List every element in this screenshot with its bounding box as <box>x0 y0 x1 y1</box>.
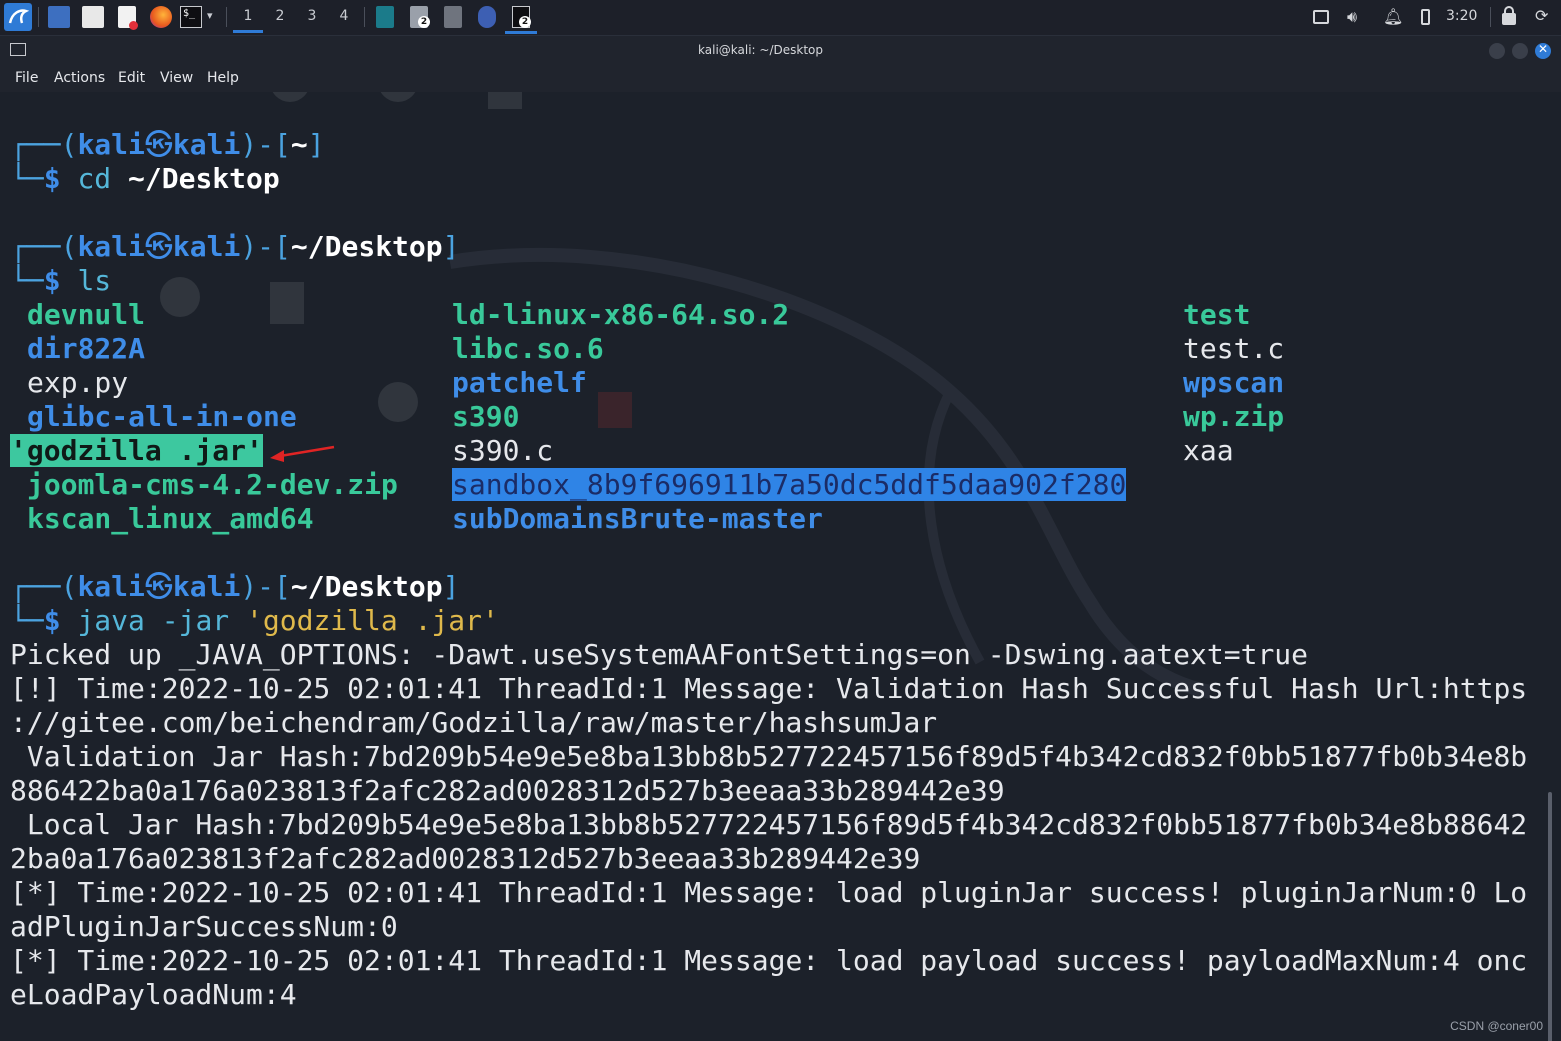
ls-item: glibc-all-in-one <box>27 400 297 433</box>
ls-item: dir822A <box>27 332 146 365</box>
workspace-1[interactable]: 1 <box>233 0 263 33</box>
output-line: 2ba0a176a023813f2afc282ad0028312d527b3ee… <box>10 842 921 875</box>
ls-item-highlighted: 'godzilla .jar' <box>10 434 263 467</box>
output-line: adPluginJarSuccessNum:0 <box>10 910 398 943</box>
workspace-2[interactable]: 2 <box>265 0 295 33</box>
command-line: └─$ cd ~/Desktop <box>10 162 280 195</box>
show-desktop-icon[interactable] <box>48 6 70 28</box>
clock[interactable]: 3:20 <box>1446 8 1477 24</box>
menu-bar: File Actions Edit View Help <box>0 64 1561 92</box>
window-titlebar[interactable]: kali@kali: ~/Desktop ✕ <box>0 36 1561 64</box>
ls-item: wp.zip <box>1183 400 1285 433</box>
ls-item: xaa <box>1183 434 1234 467</box>
ls-item: subDomainsBrute-master <box>452 502 823 535</box>
app-icon-4[interactable] <box>478 6 496 28</box>
output-line: Local Jar Hash:7bd209b54e9e5e8ba13bb8b52… <box>10 808 1528 841</box>
output-line: [*] Time:2022-10-25 02:01:41 ThreadId:1 … <box>10 876 1528 909</box>
close-button[interactable]: ✕ <box>1535 42 1551 59</box>
firefox-icon[interactable] <box>150 6 172 28</box>
desktop-ghost-icon <box>270 282 304 324</box>
menu-view[interactable]: View <box>160 70 193 86</box>
notes-icon[interactable] <box>1313 10 1329 24</box>
prompt-line: ┌──(kali㉿kali)-[~/Desktop] <box>10 230 460 263</box>
minimize-button[interactable] <box>1489 43 1505 59</box>
output-line: Validation Jar Hash:7bd209b54e9e5e8ba13b… <box>10 740 1528 773</box>
ls-item: wpscan <box>1183 366 1285 399</box>
ls-item: devnull <box>27 298 146 331</box>
watermark: CSDN @coner00 <box>1450 1019 1543 1033</box>
ls-item: joomla-cms-4.2-dev.zip <box>27 468 398 501</box>
taskbar: $_ ▾ 1 2 3 4 2 2 🔊︎ 🔔︎ 3:20 ⟳ <box>0 0 1561 36</box>
menu-help[interactable]: Help <box>207 70 239 86</box>
window-count-badge: 2 <box>418 16 430 28</box>
terminal-area[interactable]: ┌──(kali㉿kali)-[~] └─$ cd ~/Desktop ┌──(… <box>0 92 1561 1041</box>
window-title: kali@kali: ~/Desktop <box>698 43 823 57</box>
desktop-ghost-icon <box>488 92 522 109</box>
battery-icon[interactable] <box>1421 9 1430 25</box>
app-icon-2[interactable]: 2 <box>410 6 430 28</box>
output-line: ://gitee.com/beichendram/Godzilla/raw/ma… <box>10 706 938 739</box>
output-line: Picked up _JAVA_OPTIONS: -Dawt.useSystem… <box>10 638 1309 671</box>
ls-item: exp.py <box>27 366 129 399</box>
workspace-3[interactable]: 3 <box>297 0 327 33</box>
close-icon: ✕ <box>1538 42 1549 56</box>
menu-edit[interactable]: Edit <box>118 70 145 86</box>
file-manager-icon[interactable] <box>82 6 104 28</box>
ls-item-highlighted: sandbox_8b9f696911b7a50dc5ddf5daa902f280 <box>452 468 1127 501</box>
ls-item: s390 <box>452 400 520 433</box>
desktop-ghost-icon <box>270 92 310 102</box>
prompt-line: ┌──(kali㉿kali)-[~/Desktop] <box>10 570 460 603</box>
taskbar-separator <box>226 7 227 27</box>
prompt-line: ┌──(kali㉿kali)-[~] <box>10 128 325 161</box>
ls-item: ld-linux-x86-64.so.2 <box>452 298 790 331</box>
desktop-ghost-icon <box>160 277 200 317</box>
taskbar-separator <box>364 7 365 27</box>
terminal-scrollbar[interactable] <box>1548 792 1552 1041</box>
terminal-icon[interactable]: $_ <box>180 6 202 28</box>
terminal-app-icon[interactable]: 2 <box>512 6 531 28</box>
app-icon-1[interactable] <box>376 6 394 28</box>
lock-icon[interactable] <box>1502 6 1516 25</box>
desktop-ghost-icon <box>598 392 632 428</box>
ls-item: s390.c <box>452 434 554 467</box>
menu-file[interactable]: File <box>15 70 38 86</box>
output-line: [!] Time:2022-10-25 02:01:41 ThreadId:1 … <box>10 672 1528 705</box>
taskbar-separator <box>38 7 39 27</box>
desktop-ghost-icon <box>378 92 418 102</box>
command-line: └─$ java -jar 'godzilla .jar' <box>10 604 499 637</box>
command-line: └─$ ls <box>10 264 112 297</box>
ls-item: libc.so.6 <box>452 332 604 365</box>
ls-item: patchelf <box>452 366 587 399</box>
menu-actions[interactable]: Actions <box>54 70 105 86</box>
kali-menu-icon[interactable] <box>4 3 32 31</box>
text-editor-icon[interactable] <box>118 6 138 30</box>
taskbar-separator <box>1490 7 1491 27</box>
desktop-ghost-icon <box>378 382 418 422</box>
bell-icon[interactable]: 🔔︎ <box>1383 7 1403 29</box>
power-icon[interactable]: ⟳ <box>1535 6 1548 28</box>
maximize-button[interactable] <box>1512 43 1528 59</box>
ls-item: test.c <box>1183 332 1285 365</box>
chevron-down-icon[interactable]: ▾ <box>207 9 219 31</box>
workspace-4[interactable]: 4 <box>329 0 359 33</box>
ls-item: kscan_linux_amd64 <box>27 502 314 535</box>
output-line: 886422ba0a176a023813f2afc282ad0028312d52… <box>10 774 1005 807</box>
volume-icon[interactable]: 🔊︎ <box>1347 7 1357 29</box>
annotation-arrow <box>270 445 335 462</box>
window-count-badge: 2 <box>519 16 531 28</box>
active-app-indicator <box>505 31 537 34</box>
ls-item: test <box>1183 298 1251 331</box>
output-line: [*] Time:2022-10-25 02:01:41 ThreadId:1 … <box>10 944 1528 977</box>
output-line: eLoadPayloadNum:4 <box>10 978 297 1011</box>
app-icon-3[interactable] <box>444 6 462 28</box>
